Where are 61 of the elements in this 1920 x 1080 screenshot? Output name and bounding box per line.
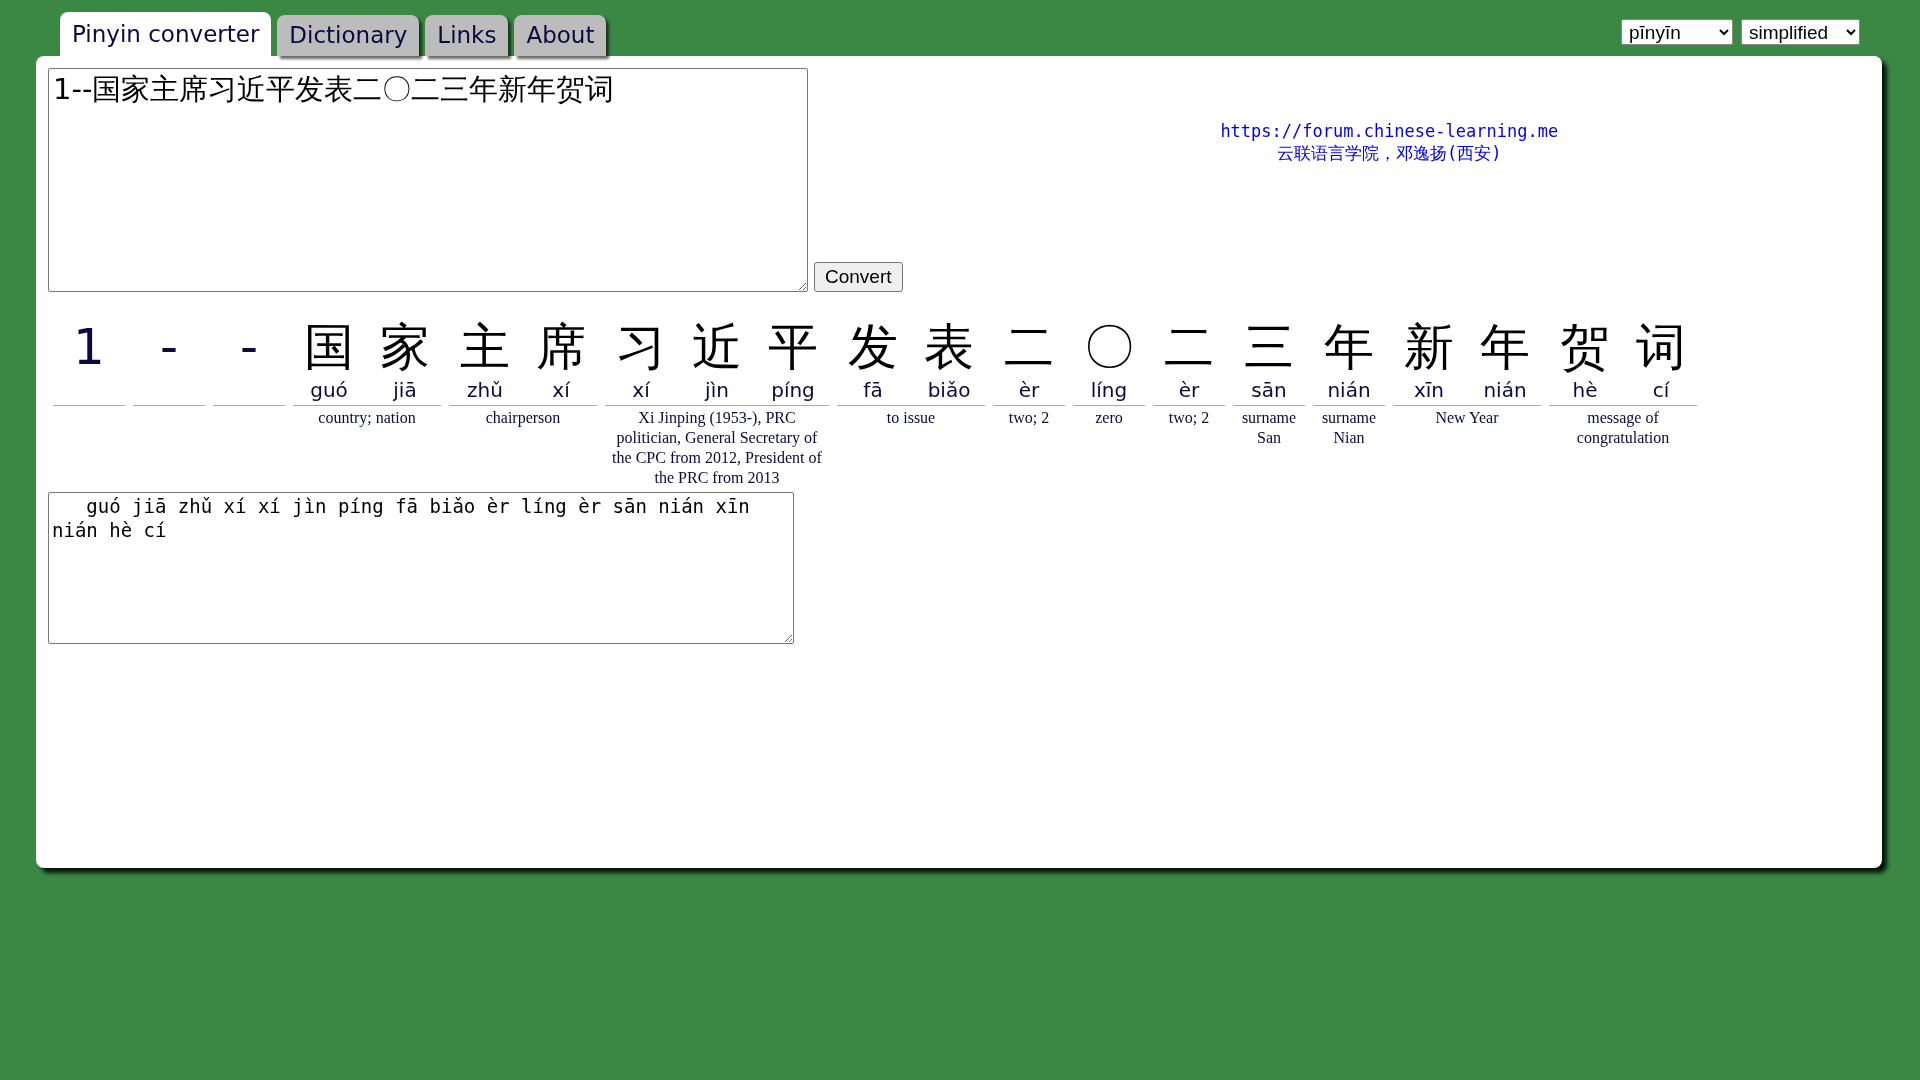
- pinyin-text: biǎo: [927, 377, 971, 403]
- chinese-input-field[interactable]: 1--国家主席习近平发表二〇二三年新年贺词: [48, 68, 808, 292]
- pinyin-text: guó: [310, 377, 348, 403]
- credit-text: 云联语言学院，邓逸扬(西安): [1277, 142, 1502, 164]
- character-text: -: [159, 317, 178, 377]
- pinyin-text: nián: [1483, 377, 1527, 403]
- character-text: 国: [304, 317, 354, 377]
- dropdown-select[interactable]: simplified: [1741, 19, 1860, 45]
- pinyin-text: jiā: [393, 377, 417, 403]
- pinyin-text: sān: [1251, 377, 1287, 403]
- definition-text: New Year: [1434, 408, 1500, 428]
- character-text: 发: [848, 317, 898, 377]
- character-text: 三: [1244, 317, 1294, 377]
- definition-text: zero: [1094, 408, 1124, 428]
- pinyin-text: cí: [1652, 377, 1670, 403]
- definition-text: Xi Jinping (1953-), PRC politician, General Secretary of the CPC from 2012, President of the PRC from 2013: [611, 408, 823, 488]
- tab[interactable]: About: [514, 15, 607, 56]
- pinyin-text: xí: [632, 377, 650, 403]
- character-text: 1: [73, 317, 105, 377]
- tab[interactable]: Pinyin converter: [60, 12, 272, 56]
- character-text: 二: [1164, 317, 1214, 377]
- dropdown-select[interactable]: pīnyīn: [1621, 19, 1733, 45]
- forum-link[interactable]: https://forum.chinese-learning.me: [1220, 120, 1559, 142]
- tab[interactable]: Dictionary: [277, 15, 420, 56]
- character-text: 年: [1480, 317, 1530, 377]
- character-text: 主: [460, 317, 510, 377]
- convert-button[interactable]: Convert: [814, 262, 903, 292]
- pinyin-text: jìn: [705, 377, 729, 403]
- pinyin-text: èr: [1018, 377, 1040, 403]
- character-text: 家: [380, 317, 430, 377]
- character-text: 年: [1324, 317, 1374, 377]
- character-text: 表: [924, 317, 974, 377]
- character-text: 二: [1004, 317, 1054, 377]
- tab[interactable]: Links: [425, 15, 509, 56]
- definition-text: two; 2: [1007, 408, 1051, 428]
- definition-text: surname San: [1240, 408, 1298, 448]
- pinyin-text: èr: [1178, 377, 1200, 403]
- pinyin-text: hè: [1572, 377, 1598, 403]
- definition-text: two; 2: [1167, 408, 1211, 428]
- character-text: 习: [616, 317, 666, 377]
- definition-text: message of congratulation: [1575, 408, 1671, 448]
- character-text: 平: [768, 317, 818, 377]
- definition-text: chairperson: [484, 408, 562, 428]
- definition-text: to issue: [885, 408, 937, 428]
- pinyin-text: líng: [1090, 377, 1128, 403]
- definition-text: surname Nian: [1320, 408, 1378, 448]
- character-text: 新: [1404, 317, 1454, 377]
- definition-text: country; nation: [317, 408, 417, 428]
- pinyin-text: xīn: [1413, 377, 1445, 403]
- pinyin-text: xí: [552, 377, 570, 403]
- character-text: 贺: [1560, 317, 1610, 377]
- pinyin-text: zhǔ: [467, 377, 503, 403]
- pinyin-text: fā: [863, 377, 883, 403]
- pinyin-text: nián: [1327, 377, 1371, 403]
- pinyin-output-field[interactable]: guó jiā zhǔ xí xí jìn píng fā biǎo èr líng èr sān nián xīn nián hè cí: [48, 492, 794, 644]
- pinyin-text: píng: [771, 377, 815, 403]
- character-text: 近: [692, 317, 742, 377]
- character-text: -: [239, 317, 258, 377]
- character-text: 席: [536, 317, 586, 377]
- character-text: 词: [1636, 317, 1686, 377]
- character-text: 〇: [1084, 317, 1134, 377]
